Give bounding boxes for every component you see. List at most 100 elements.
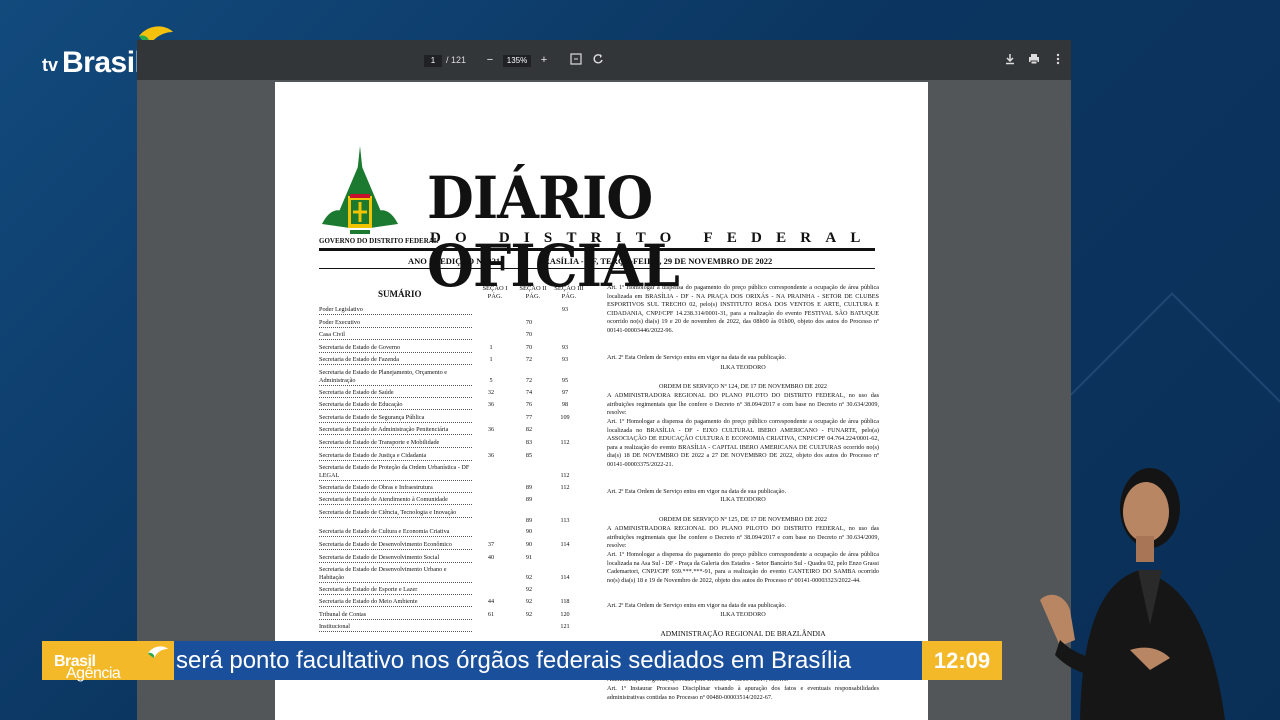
summary-row-name: Secretaria de Estado de Esporte e Lazer [319, 586, 472, 595]
summary-row-name: Secretaria de Estado de Justiça e Cidada… [319, 452, 472, 461]
summary-page-s1: 36 [487, 401, 495, 409]
summary-page-s2: 92 [525, 610, 533, 618]
zoom-level-input[interactable]: 135% [503, 55, 531, 67]
summary-page-s1: 1 [489, 343, 493, 351]
summary-page-s3: 98 [561, 401, 569, 409]
summary-page-s2: 70 [525, 343, 533, 351]
summary-page-s3: 109 [560, 413, 570, 421]
summary-title: SUMÁRIO [378, 289, 422, 299]
summary-page-s1: 1 [489, 356, 493, 364]
article-text: Art. 2º Esta Ordem de Serviço entra em v… [607, 354, 787, 361]
government-label: GOVERNO DO DISTRITO FEDERAL [319, 237, 439, 245]
summary-row-name: Secretaria de Estado de Educação [319, 401, 472, 411]
summary-row: Secretaria de Estado de Proteção da Orde… [319, 464, 611, 482]
summary-row-name: Secretaria de Estado de Governo [319, 344, 472, 353]
article-text: Art. 1º Homologar a dispensa do pagament… [607, 551, 879, 584]
summary-page-s2: 70 [525, 331, 533, 339]
ticker-clock: 12:09 [922, 641, 1002, 680]
print-icon[interactable] [1027, 53, 1041, 67]
summary-row: Casa Civil 70 [319, 331, 611, 341]
summary-page-s3: 114 [560, 540, 570, 548]
pdf-viewer: 1 / 121 − 135% + GOVERNO DO DISTRITO FED… [137, 40, 1071, 720]
summary-page-s2: 72 [525, 356, 533, 364]
summary-row: Secretaria de Estado de Transporte e Mob… [319, 439, 611, 448]
summary-page-s2: 90 [525, 528, 533, 536]
summary-row: Institucional 121 [319, 623, 611, 633]
summary-page-s2: 74 [525, 388, 533, 396]
ticker-headline: será ponto facultativo nos órgãos federa… [174, 641, 922, 680]
summary-row-name: Secretaria de Estado de Transporte e Mob… [319, 439, 472, 448]
summary-row-name: Secretaria de Estado de Desenvolvimento … [319, 541, 472, 550]
pdf-page: GOVERNO DO DISTRITO FEDERAL DIÁRIO OFICI… [275, 82, 928, 720]
summary-page-s3: 95 [561, 377, 569, 384]
summary-row-name: Secretaria de Estado do Meio Ambiente [319, 598, 472, 608]
summary-row-name: Secretaria de Estado de Ciência, Tecnolo… [319, 509, 472, 518]
edition-label: ANO LI EDIÇÃO Nº 221 [408, 256, 501, 266]
summary-page-s2: 82 [525, 426, 533, 434]
summary-page-s3: 112 [560, 472, 570, 480]
fit-page-icon[interactable] [569, 53, 583, 67]
summary-row-name: Secretaria de Estado de Atendimento à Co… [319, 496, 472, 506]
summary-row: Secretaria de Estado de Desenvolvimento … [319, 566, 611, 584]
summary-page-s2: 89 [525, 496, 533, 504]
summary-row: Secretaria de Estado de Obras e Infraest… [319, 484, 611, 493]
signature: ILKA TEODORO [720, 496, 766, 503]
summary-row-name: Secretaria de Estado de Proteção da Orde… [319, 464, 472, 482]
newspaper-subtitle: DO DISTRITO FEDERAL [430, 230, 875, 246]
zoom-in-button[interactable]: + [537, 53, 551, 67]
summary-row: Secretaria de Estado de Justiça e Cidada… [319, 452, 611, 461]
summary-row: Secretaria de Estado de Segurança Públic… [319, 414, 611, 423]
article-text: Art. 1º Homologar a dispensa do pagament… [607, 284, 879, 334]
download-icon[interactable] [1003, 53, 1017, 67]
summary-page-s2: 76 [525, 401, 533, 409]
summary-row: Secretaria de Estado de Cultura e Econom… [319, 528, 611, 538]
page-total: / 121 [446, 55, 467, 65]
summary-row: Secretaria de Estado de Planejamento, Or… [319, 369, 611, 386]
more-vert-icon[interactable] [1051, 53, 1065, 67]
summary-row: Secretaria de Estado de Esporte e Lazer 9… [319, 586, 611, 595]
order-heading: ORDEM DE SERVIÇO Nº 124, DE 17 DE NOVEMB… [659, 383, 827, 390]
summary-page-s2: 92 [525, 598, 533, 606]
summary-page-s3: 112 [560, 438, 570, 446]
summary-row-name: Casa Civil [319, 331, 472, 341]
article-text: A ADMINISTRADORA REGIONAL DO PLANO PILOT… [607, 525, 879, 550]
summary-page-s1: 44 [487, 598, 495, 606]
page-number-input[interactable]: 1 [424, 55, 442, 67]
sign-language-interpreter [1040, 468, 1225, 720]
summary-page-s1: 5 [489, 377, 493, 384]
summary-col-section1: SEÇÃO I PÁG. [482, 285, 508, 300]
summary-row-name: Secretaria de Estado de Administração Pe… [319, 426, 472, 436]
summary-page-s3: 112 [560, 483, 570, 491]
summary-row: Secretaria de Estado de Desenvolvimento … [319, 541, 611, 550]
summary-page-s2: 92 [525, 574, 533, 582]
rotate-icon[interactable] [591, 53, 605, 67]
summary-row-name: Secretaria de Estado de Planejamento, Or… [319, 369, 472, 386]
summary-page-s2: 90 [525, 540, 533, 548]
header-rule-thin [319, 268, 875, 269]
summary-page-s2: 89 [525, 516, 533, 524]
summary-page-s1: 37 [487, 540, 495, 548]
article-text: Art. 2º Esta Ordem de Serviço entra em v… [607, 602, 787, 609]
summary-page-s3: 93 [561, 343, 569, 351]
summary-page-s3: 97 [561, 388, 569, 396]
summary-row-name: Secretaria de Estado de Desenvolvimento … [319, 554, 472, 563]
agencia-brasil-logo: Agência Brasil [42, 641, 174, 682]
summary-row-name: Poder Executivo [319, 319, 472, 328]
ticker-brand-a: Agência [66, 665, 121, 682]
summary-row: Secretaria de Estado de Governo 1 70 93 [319, 344, 611, 353]
zoom-out-button[interactable]: − [483, 53, 497, 67]
summary-row: Secretaria de Estado de Administração Pe… [319, 426, 611, 436]
summary-col-section2: SEÇÃO II PÁG. [519, 285, 547, 300]
summary-col-section3: SEÇÃO III PÁG. [554, 285, 584, 300]
logo-tv-text: tv [42, 55, 59, 75]
summary-page-s3: 93 [561, 356, 569, 364]
summary-row-name: Tribunal de Contas [319, 611, 472, 620]
summary-page-s2: 89 [525, 483, 533, 491]
section-heading: ADMINISTRAÇÃO REGIONAL DE BRAZLÂNDIA [660, 629, 826, 638]
summary-row: Secretaria de Estado de Saúde 32 74 97 [319, 389, 611, 398]
signature: ILKA TEODORO [720, 364, 766, 371]
summary-row-name: Secretaria de Estado de Saúde [319, 389, 472, 398]
summary-row: Poder Legislativo 93 [319, 306, 611, 315]
summary-row: Secretaria de Estado de Desenvolvimento … [319, 554, 611, 563]
summary-row: Poder Executivo 70 [319, 319, 611, 328]
